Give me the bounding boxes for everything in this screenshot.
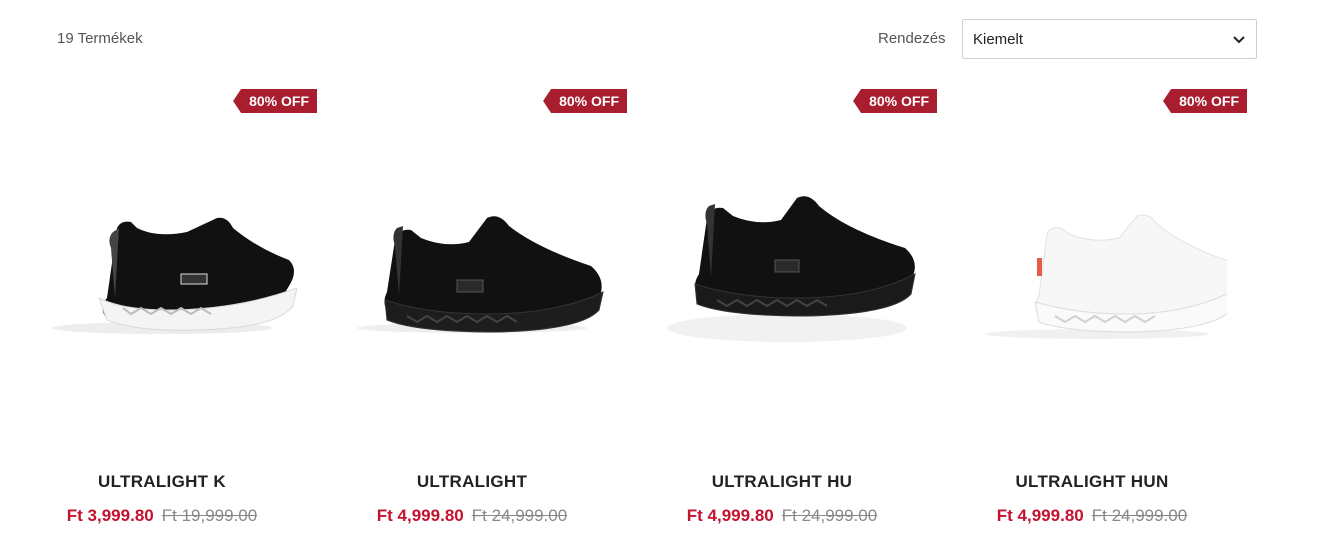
price-row: Ft 4,999.80 Ft 24,999.00 xyxy=(317,506,627,526)
product-card[interactable]: 80% OFF ULTRALIGHT Ft 4,999.80 Ft 24,999.… xyxy=(317,78,627,550)
discount-badge: 80% OFF xyxy=(543,89,627,113)
shoe-image xyxy=(985,214,1227,339)
product-image-area[interactable]: 80% OFF xyxy=(7,78,317,448)
sort-label: Rendezés xyxy=(878,30,946,47)
product-image-area[interactable]: 80% OFF xyxy=(627,78,937,448)
sale-price: Ft 4,999.80 xyxy=(996,506,1084,525)
product-card[interactable]: 80% OFF ULTRALIGHT K Ft 3,999.80 Ft 19,99… xyxy=(7,78,317,550)
shoe-image xyxy=(667,196,916,342)
sort-select[interactable]: Kiemelt xyxy=(962,19,1257,59)
sort-select-value: Kiemelt xyxy=(973,30,1024,48)
price-row: Ft 3,999.80 Ft 19,999.00 xyxy=(7,506,317,526)
product-count: 19 Termékek xyxy=(57,30,143,47)
price-row: Ft 4,999.80 Ft 24,999.00 xyxy=(937,506,1247,526)
original-price: Ft 24,999.00 xyxy=(471,506,568,525)
product-card[interactable]: 80% OFF ULTRALIGHT HU Ft 4,999.80 Ft 24,9… xyxy=(627,78,937,550)
product-image-area[interactable]: 80% OFF xyxy=(317,78,627,448)
price-row: Ft 4,999.80 Ft 24,999.00 xyxy=(627,506,937,526)
product-title[interactable]: ULTRALIGHT xyxy=(317,472,627,492)
original-price: Ft 24,999.00 xyxy=(781,506,878,525)
product-image-area[interactable]: 80% OFF xyxy=(937,78,1247,448)
product-grid: 80% OFF ULTRALIGHT K Ft 3,999.80 Ft 19,99… xyxy=(0,78,1342,550)
sale-price: Ft 4,999.80 xyxy=(376,506,464,525)
original-price: Ft 24,999.00 xyxy=(1091,506,1188,525)
product-card[interactable]: 80% OFF ULTRALIGHT HUN Ft 4,999.80 Ft 24,… xyxy=(937,78,1247,550)
product-title[interactable]: ULTRALIGHT HU xyxy=(627,472,937,492)
sale-price: Ft 4,999.80 xyxy=(686,506,774,525)
product-title[interactable]: ULTRALIGHT HUN xyxy=(937,472,1247,492)
sale-price: Ft 3,999.80 xyxy=(66,506,154,525)
chevron-down-icon xyxy=(1233,36,1245,44)
discount-badge: 80% OFF xyxy=(853,89,937,113)
shoe-image xyxy=(52,217,297,334)
product-title[interactable]: ULTRALIGHT K xyxy=(7,472,317,492)
discount-badge: 80% OFF xyxy=(233,89,317,113)
discount-badge: 80% OFF xyxy=(1163,89,1247,113)
catalog-toolbar: 19 Termékek Rendezés Kiemelt xyxy=(0,0,1342,78)
original-price: Ft 19,999.00 xyxy=(161,506,258,525)
shoe-image xyxy=(357,216,604,333)
